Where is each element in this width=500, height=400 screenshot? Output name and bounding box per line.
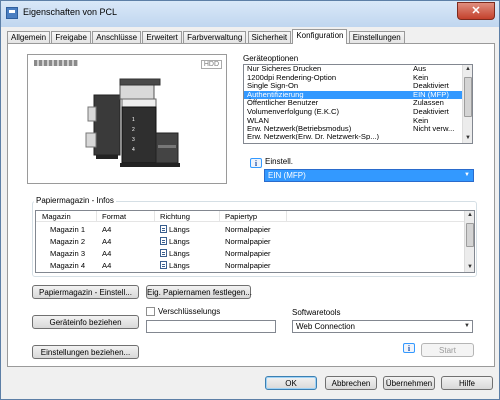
col-richtung[interactable]: Richtung [160,212,190,221]
software-tools-select[interactable]: Web Connection ▼ [292,320,473,333]
option-row[interactable]: Erw. Netzwerk(Betriebsmodus) Nicht verw..… [244,124,472,134]
portrait-page-icon [160,261,167,269]
cell-format: A4 [102,261,112,270]
cell-richtung: Längs [160,236,190,248]
tray-number-2: 2 [132,127,135,133]
cell-format: A4 [102,249,112,258]
start-button[interactable]: Start [421,343,474,357]
column-divider [286,211,287,222]
cancel-button[interactable]: Abbrechen [325,376,377,390]
software-tools-value: Web Connection [296,322,355,331]
get-settings-button[interactable]: Einstellungen beziehen... [32,345,139,359]
cell-magazin: Magazin 3 [50,249,86,258]
cell-richtung: Längs [160,260,190,272]
setting-value: EIN (MFP) [268,171,306,180]
table-row[interactable]: Magazin 4 A4 Längs Normalpapier [36,260,466,272]
cell-format: A4 [102,237,112,246]
printer-icon [6,7,18,19]
cell-richtung: Längs [160,248,190,260]
tray-number-3: 3 [132,137,135,143]
device-options-label: Geräteoptionen [243,54,299,63]
setting-label: Einstell. [265,157,294,166]
scroll-thumb[interactable] [466,223,474,247]
paper-names-button[interactable]: Eig. Papiernamen festlegen... [146,285,252,299]
table-row[interactable]: Magazin 2 A4 Längs Normalpapier [36,236,466,248]
cell-papiertyp: Normalpapier [225,225,271,234]
setting-select[interactable]: EIN (MFP) ▼ [264,169,474,182]
tray-table-header: Magazin Format Richtung Papiertyp [36,211,466,222]
scroll-up-icon[interactable]: ▲ [464,65,472,74]
close-button[interactable]: ✕ [457,2,495,20]
cell-magazin: Magazin 1 [50,225,86,234]
portrait-page-icon [160,237,167,245]
printer-preview: HDD 1 2 3 4 [27,54,227,184]
encryption-checkbox[interactable] [146,307,155,316]
cell-papiertyp: Normalpapier [225,249,271,258]
properties-window: Eigenschaften von PCL ✕ Allgemein Freiga… [0,0,500,400]
cell-format: A4 [102,225,112,234]
encryption-label: Verschlüsselungs [158,307,221,316]
table-row[interactable]: Magazin 3 A4 Längs Normalpapier [36,248,466,260]
tray-number-4: 4 [132,147,135,153]
table-row[interactable]: Magazin 1 A4 Längs Normalpapier [36,224,466,236]
cell-papiertyp: Normalpapier [225,261,271,270]
option-row[interactable]: Volumenverfolgung (E.K.C) Deaktiviert [244,107,472,117]
column-divider [154,211,155,222]
info-icon[interactable]: i [403,343,415,353]
column-divider [96,211,97,222]
scroll-down-icon[interactable]: ▼ [466,263,474,272]
tray-number-1: 1 [132,117,135,123]
ok-button[interactable]: OK [265,376,317,390]
scroll-thumb[interactable] [464,77,472,117]
printer-illustration: 1 2 3 4 [85,78,180,167]
col-papiertyp[interactable]: Papiertyp [225,212,257,221]
get-device-info-button[interactable]: Geräteinfo beziehen [32,315,139,329]
device-options-list[interactable]: Nur Sicheres Drucken Aus 1200dpi Renderin… [243,64,473,144]
apply-button[interactable]: Übernehmen [383,376,435,390]
tray-info-title: Papiermagazin - Infos [34,196,116,205]
window-title: Eigenschaften von PCL [23,7,118,17]
cell-papiertyp: Normalpapier [225,237,271,246]
col-magazin[interactable]: Magazin [42,212,71,221]
tray-table[interactable]: Magazin Format Richtung Papiertyp Magazi… [35,210,475,273]
encryption-field[interactable] [146,320,276,333]
software-tools-label: Softwaretools [292,308,341,317]
cell-richtung: Längs [160,224,190,236]
option-row-partial[interactable]: Erw. Netzwerk(Erw. Dr. Netzwerk-Sp...) [244,134,472,140]
col-format[interactable]: Format [102,212,126,221]
portrait-page-icon [160,249,167,257]
title-bar: Eigenschaften von PCL ✕ [1,1,499,27]
portrait-page-icon [160,225,167,233]
table-scrollbar[interactable]: ▲ ▼ [464,211,474,272]
chevron-down-icon: ▼ [464,172,470,178]
cell-magazin: Magazin 4 [50,261,86,270]
info-icon[interactable]: i [250,158,262,168]
tab-strip: Allgemein Freigabe Anschlüsse Erweitert … [7,29,405,44]
column-divider [219,211,220,222]
options-scrollbar[interactable]: ▲ ▼ [462,65,472,143]
cell-magazin: Magazin 2 [50,237,86,246]
scroll-up-icon[interactable]: ▲ [466,211,474,220]
tab-konfiguration[interactable]: Konfiguration [292,29,348,44]
help-button[interactable]: Hilfe [441,376,493,390]
tray-settings-button[interactable]: Papiermagazin - Einstell... [32,285,139,299]
chevron-down-icon: ▼ [464,323,470,329]
scroll-down-icon[interactable]: ▼ [464,134,472,143]
